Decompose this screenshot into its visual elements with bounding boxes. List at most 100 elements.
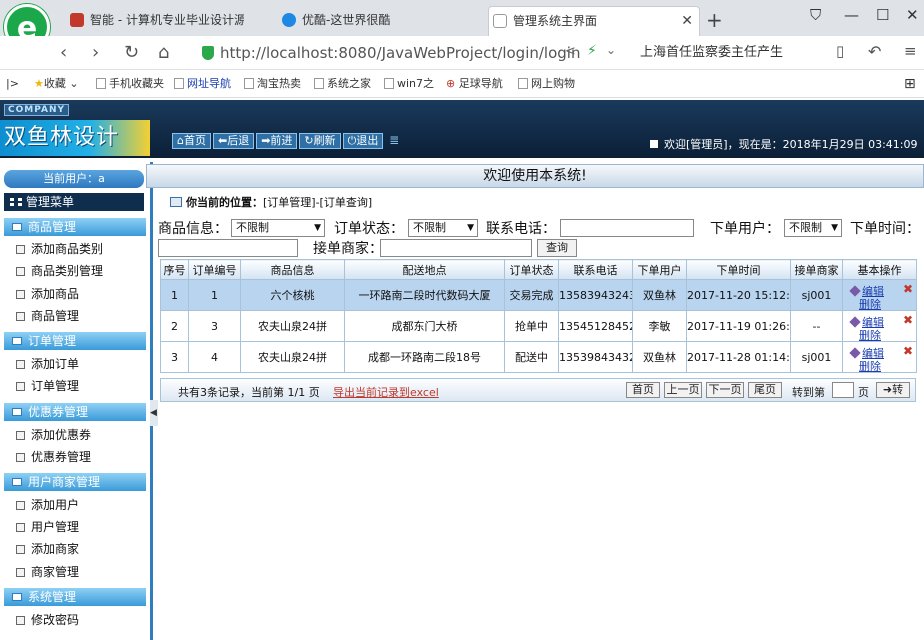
sidebar-item[interactable]: 修改密码 [16,611,79,628]
browser-tab-3-active[interactable]: 管理系统主界面 ✕ [488,6,700,36]
column-header: 订单编号 [188,259,241,280]
forward-button[interactable]: ➡前进 [256,133,298,149]
back-button[interactable]: ⬅后退 [212,133,255,149]
folder-icon [12,223,22,231]
close-window-icon[interactable]: ✕ [906,6,919,24]
user-select[interactable]: 不限制 ▼ [784,219,842,237]
bookmark-item[interactable]: ★收藏 ⌄ [34,70,79,98]
home-icon[interactable]: ⌂ [158,42,169,63]
phone-label: 联系电话： [486,221,556,237]
page-label: 页 [858,386,869,399]
delete-x-icon[interactable]: ✖ [903,344,913,358]
sidebar-item[interactable]: 添加商品 [16,285,79,302]
bookmark-item[interactable]: 系统之家 [314,70,371,98]
ops-cell: 编辑 删除 ✖ [842,341,917,373]
group-coupons[interactable]: 优惠券管理 [4,403,146,421]
time-input[interactable] [158,239,298,257]
url-input[interactable]: http://localhost:8080/JavaWebProject/log… [200,41,620,65]
sidebar-item[interactable]: 添加商品类别 [16,240,103,257]
sidebar-item[interactable]: 添加优惠券 [16,426,91,443]
minimize-icon[interactable]: — [844,6,859,24]
jump-page-input[interactable] [832,382,854,398]
browser-tab-1[interactable]: 智能 - 计算机专业毕业设计源码 [66,6,244,36]
sidebar-item[interactable]: 订单管理 [16,377,79,394]
new-tab-icon[interactable]: + [706,8,723,32]
tab-title: 优酷-这世界很酷 [302,13,391,27]
sidebar-item[interactable]: 添加用户 [16,496,79,513]
tab-close-icon[interactable]: ✕ [681,7,693,35]
browser-tab-2[interactable]: 优酷-这世界很酷 [278,6,468,36]
group-orders[interactable]: 订单管理 [4,332,146,350]
mobile-icon[interactable]: ▯ [836,42,844,60]
forward-icon[interactable]: › [92,42,99,63]
status-label: 订单状态： [334,221,404,237]
bookmarks-toggle-icon[interactable]: |> [6,70,19,98]
sidebar-item[interactable]: 商家管理 [16,563,79,580]
bookmark-item[interactable]: 手机收藏夹 [96,70,164,98]
cell: 双鱼林 [632,341,687,373]
sidebar-item[interactable]: 商品管理 [16,307,79,324]
shirt-skin-icon[interactable]: ⛉ [810,6,821,24]
goods-select[interactable]: 不限制 ▼ [231,219,325,237]
prev-page-button[interactable]: 上一页 [664,382,702,398]
group-users[interactable]: 用户商家管理 [4,473,146,491]
reload-icon[interactable]: ↻ [124,42,139,63]
brand-title: 双鱼林设计 [0,120,150,156]
column-header: 商品信息 [240,259,345,280]
cell: 4 [188,341,241,373]
refresh-button[interactable]: ↻刷新 [299,133,341,149]
export-excel-link[interactable]: 导出当前记录到excel [333,384,439,400]
seller-input[interactable] [380,239,532,257]
delete-link[interactable]: 删除 [859,358,881,372]
ops-cell: 编辑 删除 ✖ [842,279,917,311]
logout-button[interactable]: ⏻退出 [342,133,384,149]
bookmark-item[interactable]: 网址导航 [174,70,231,98]
sidebar-item[interactable]: 优惠券管理 [16,448,91,465]
bookmarks-bar: |> ★收藏 ⌄ 手机收藏夹 网址导航 淘宝热卖 系统之家 win7之 ⊕ 足球… [0,70,924,98]
divider-icon: ≣ [389,133,400,147]
delete-link[interactable]: 删除 [859,327,881,341]
bookmark-item[interactable]: 淘宝热卖 [244,70,301,98]
undo-icon[interactable]: ↶ [868,42,881,61]
table-row[interactable]: 3 4 农夫山泉24拼 成都一环路南二段18号 配送中 13539843432 … [160,341,917,373]
delete-x-icon[interactable]: ✖ [903,282,913,296]
group-goods[interactable]: 商品管理 [4,218,146,236]
folder-icon [12,408,22,416]
sidebar-item[interactable]: 添加订单 [16,355,79,372]
apps-grid-icon[interactable]: ⊞ [904,70,916,98]
share-icon[interactable]: < [565,44,576,59]
chevron-down-icon[interactable]: ⌄ [606,43,616,57]
menu-icon[interactable]: ≡ [904,42,917,60]
delete-link[interactable]: 删除 [859,296,881,310]
cell: 成都东门大桥 [344,310,505,342]
table-row[interactable]: 2 3 农夫山泉24拼 成都东门大桥 抢单中 13545128452 李敏 20… [160,310,917,342]
lightning-icon[interactable]: ⚡ [587,43,597,59]
next-page-button[interactable]: 下一页 [706,382,744,398]
query-button[interactable]: 查询 [537,239,577,257]
go-button[interactable]: ➜转 [876,382,910,398]
sidebar-item[interactable]: 添加商家 [16,540,79,557]
phone-input[interactable] [560,219,694,237]
back-icon[interactable]: ‹ [60,42,67,63]
bookmark-item[interactable]: ⊕ 足球导航 [446,70,503,98]
sidebar-item[interactable]: 用户管理 [16,518,79,535]
url-text: http://localhost:8080/JavaWebProject/log… [220,44,581,62]
bookmark-item[interactable]: win7之 [384,70,434,98]
delete-x-icon[interactable]: ✖ [903,313,913,327]
square-icon [650,140,658,148]
bookmark-item[interactable]: 网上购物 [518,70,575,98]
news-ticker[interactable]: 上海首任监察委主任产生 [640,41,783,65]
maximize-icon[interactable]: ☐ [876,6,889,24]
status-select[interactable]: 不限制 ▼ [408,219,478,237]
first-page-button[interactable]: 首页 [626,382,660,398]
home-button[interactable]: ⌂首页 [172,133,211,149]
group-system[interactable]: 系统管理 [4,588,146,606]
sidebar-item[interactable]: 商品类别管理 [16,262,103,279]
item-icon [16,545,25,554]
table-row[interactable]: 1 1 六个核桃 一环路南二段时代数码大厦 交易完成 13583943243 双… [160,279,917,311]
last-page-button[interactable]: 尾页 [748,382,782,398]
collapse-sidebar-icon[interactable]: ◀ [150,400,158,426]
site-favicon-icon [70,13,84,27]
welcome-banner: 欢迎使用本系统! [146,164,924,188]
table-header-row: 序号 订单编号 商品信息 配送地点 订单状态 联系电话 下单用户 下单时间 接单… [160,259,917,280]
